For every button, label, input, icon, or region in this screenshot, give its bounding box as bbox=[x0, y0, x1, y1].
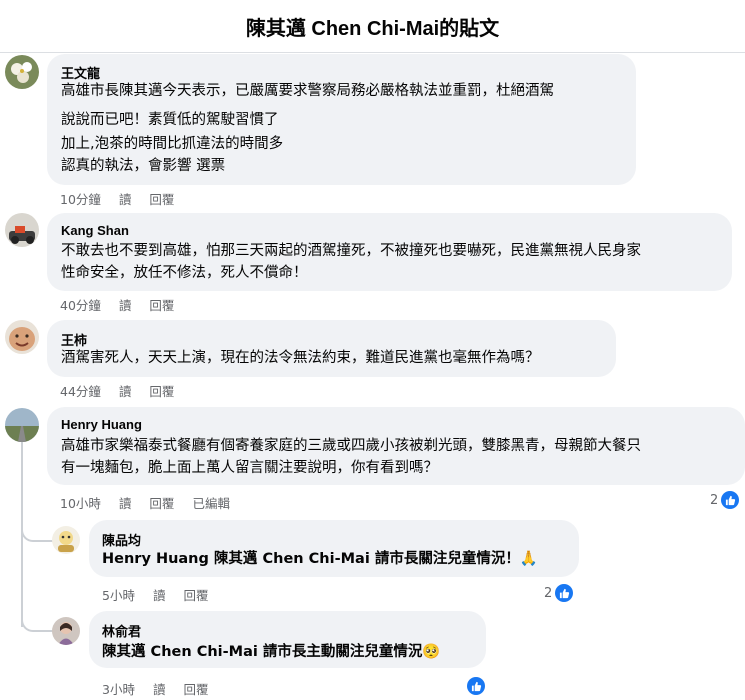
read-button[interactable]: 讀 bbox=[153, 585, 166, 604]
reaction-count[interactable]: 2 bbox=[710, 491, 740, 509]
comment-bubble: 王文龍 高雄市長陳其邁今天表示，已嚴厲要求警察局務必嚴格執法並重罰，杜絕酒駕 說… bbox=[47, 54, 636, 185]
reaction-number: 2 bbox=[710, 492, 719, 508]
comment-text: 性命安全，放任不修法，死人不償命！ bbox=[61, 265, 308, 281]
comment-timestamp[interactable]: 10分鐘 bbox=[60, 189, 101, 208]
comment-actions: 10小時 讀 回覆 已編輯 bbox=[60, 493, 230, 512]
comment-text: 不敢去也不要到高雄，怕那三天兩起的酒駕撞死，不被撞死也要嚇死，民進黨無視人民身家 bbox=[61, 243, 641, 259]
avatar[interactable] bbox=[5, 320, 39, 354]
reply-text: Henry Huang 陳其邁 Chen Chi-Mai 請市長關注兒童情況！🙏 bbox=[102, 551, 538, 567]
avatar[interactable] bbox=[52, 617, 80, 645]
comment-text: 加上,泡茶的時間比抓違法的時間多 bbox=[61, 136, 284, 152]
page-title: 陳其邁 Chen Chi-Mai的貼文 bbox=[245, 17, 500, 40]
post-header: 陳其邁 Chen Chi-Mai的貼文 bbox=[0, 0, 745, 53]
edited-label: 已編輯 bbox=[192, 496, 230, 511]
comment-actions: 44分鐘 讀 回覆 bbox=[60, 381, 174, 400]
reply-timestamp[interactable]: 3小時 bbox=[102, 679, 135, 698]
avatar[interactable] bbox=[5, 408, 39, 442]
comment-timestamp[interactable]: 44分鐘 bbox=[60, 381, 101, 400]
reaction-number: 2 bbox=[544, 585, 553, 601]
comment-text: 認真的執法，會影響 選票 bbox=[61, 158, 226, 174]
reply-button[interactable]: 回覆 bbox=[149, 493, 174, 512]
read-button[interactable]: 讀 bbox=[119, 493, 132, 512]
reply-actions: 5小時 讀 回覆 bbox=[102, 585, 208, 604]
thread-connector bbox=[21, 605, 53, 632]
avatar[interactable] bbox=[5, 213, 39, 247]
comment-bubble: Kang Shan 不敢去也不要到高雄，怕那三天兩起的酒駕撞死，不被撞死也要嚇死… bbox=[47, 213, 732, 291]
reply-bubble: 林俞君 陳其邁 Chen Chi-Mai 請市長主動關注兒童情況🥺 bbox=[89, 611, 486, 668]
comment-text: 高雄市家樂福泰式餐廳有個寄養家庭的三歲或四歲小孩被剃光頭，雙膝黑青，母親節大餐只 bbox=[61, 438, 641, 454]
avatar[interactable] bbox=[52, 526, 80, 554]
reply-button[interactable]: 回覆 bbox=[149, 295, 174, 314]
comment-bubble: 王柿 酒駕害死人，天天上演，現在的法令無法約束，難道民進黨也毫無作為嗎？ bbox=[47, 320, 616, 377]
comment-text: 酒駕害死人，天天上演，現在的法令無法約束，難道民進黨也毫無作為嗎？ bbox=[61, 350, 540, 366]
avatar[interactable] bbox=[5, 55, 39, 89]
comment-author[interactable]: Kang Shan bbox=[61, 223, 129, 238]
thread-connector bbox=[21, 515, 53, 542]
thumbs-up-icon bbox=[721, 491, 740, 509]
reply-timestamp[interactable]: 5小時 bbox=[102, 585, 135, 604]
read-button[interactable]: 讀 bbox=[153, 679, 166, 698]
comment-timestamp[interactable]: 10小時 bbox=[60, 493, 101, 512]
reply-button[interactable]: 回覆 bbox=[149, 189, 174, 208]
reply-button[interactable]: 回覆 bbox=[183, 679, 208, 698]
comment-actions: 40分鐘 讀 回覆 bbox=[60, 295, 174, 314]
reaction-count[interactable] bbox=[464, 677, 485, 695]
reply-bubble: 陳品均 Henry Huang 陳其邁 Chen Chi-Mai 請市長關注兒童… bbox=[89, 520, 579, 577]
comment-author[interactable]: Henry Huang bbox=[61, 417, 142, 432]
comment-text: 說說而已吧！素質低的駕駛習慣了 bbox=[61, 112, 279, 128]
reply-actions: 3小時 讀 回覆 bbox=[102, 679, 208, 698]
reply-button[interactable]: 回覆 bbox=[149, 381, 174, 400]
comment-text: 高雄市長陳其邁今天表示，已嚴厲要求警察局務必嚴格執法並重罰，杜絕酒駕 bbox=[61, 83, 554, 99]
comment-actions: 10分鐘 讀 回覆 bbox=[60, 189, 174, 208]
thumbs-up-icon bbox=[467, 677, 485, 695]
reply-button[interactable]: 回覆 bbox=[183, 585, 208, 604]
comment-text: 有一塊麵包，脆上面上萬人留言關注要說明，你有看到嗎？ bbox=[61, 460, 438, 476]
read-button[interactable]: 讀 bbox=[119, 381, 132, 400]
thumbs-up-icon bbox=[555, 584, 574, 602]
reaction-count[interactable]: 2 bbox=[544, 584, 574, 602]
reply-author[interactable]: 陳品均 bbox=[102, 530, 141, 549]
read-button[interactable]: 讀 bbox=[119, 189, 132, 208]
reply-author[interactable]: 林俞君 bbox=[102, 621, 141, 640]
reply-text: 陳其邁 Chen Chi-Mai 請市長主動關注兒童情況🥺 bbox=[102, 644, 441, 660]
read-button[interactable]: 讀 bbox=[119, 295, 132, 314]
comment-timestamp[interactable]: 40分鐘 bbox=[60, 295, 101, 314]
comment-bubble: Henry Huang 高雄市家樂福泰式餐廳有個寄養家庭的三歲或四歲小孩被剃光頭… bbox=[47, 407, 745, 485]
